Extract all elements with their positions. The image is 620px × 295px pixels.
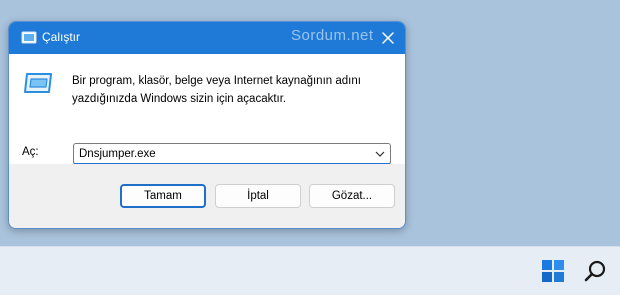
browse-button[interactable]: Gözat...	[309, 184, 395, 208]
ok-button[interactable]: Tamam	[120, 184, 206, 208]
description-text: Bir program, klasör, belge veya Internet…	[72, 75, 361, 105]
run-program-icon	[24, 73, 52, 93]
run-icon	[21, 31, 37, 44]
open-combobox[interactable]: Dnsjumper.exe	[73, 143, 391, 165]
cancel-button[interactable]: İptal	[215, 184, 301, 208]
windows-start-icon[interactable]	[539, 257, 567, 285]
run-dialog: Çalıştır Sordum.net Bir program, klasör,…	[8, 21, 406, 229]
taskbar	[0, 246, 620, 295]
dialog-title: Çalıştır	[42, 30, 81, 44]
search-icon[interactable]	[582, 257, 610, 285]
open-label: Aç:	[22, 146, 39, 158]
dialog-body: Bir program, klasör, belge veya Internet…	[9, 54, 405, 165]
watermark: Sordum.net	[291, 27, 374, 44]
button-bar: Tamam İptal Gözat...	[9, 164, 405, 228]
title-bar[interactable]: Çalıştır Sordum.net	[9, 22, 405, 54]
open-input[interactable]: Dnsjumper.exe	[79, 148, 156, 160]
close-icon[interactable]	[379, 29, 397, 47]
chevron-down-icon[interactable]	[374, 148, 386, 160]
